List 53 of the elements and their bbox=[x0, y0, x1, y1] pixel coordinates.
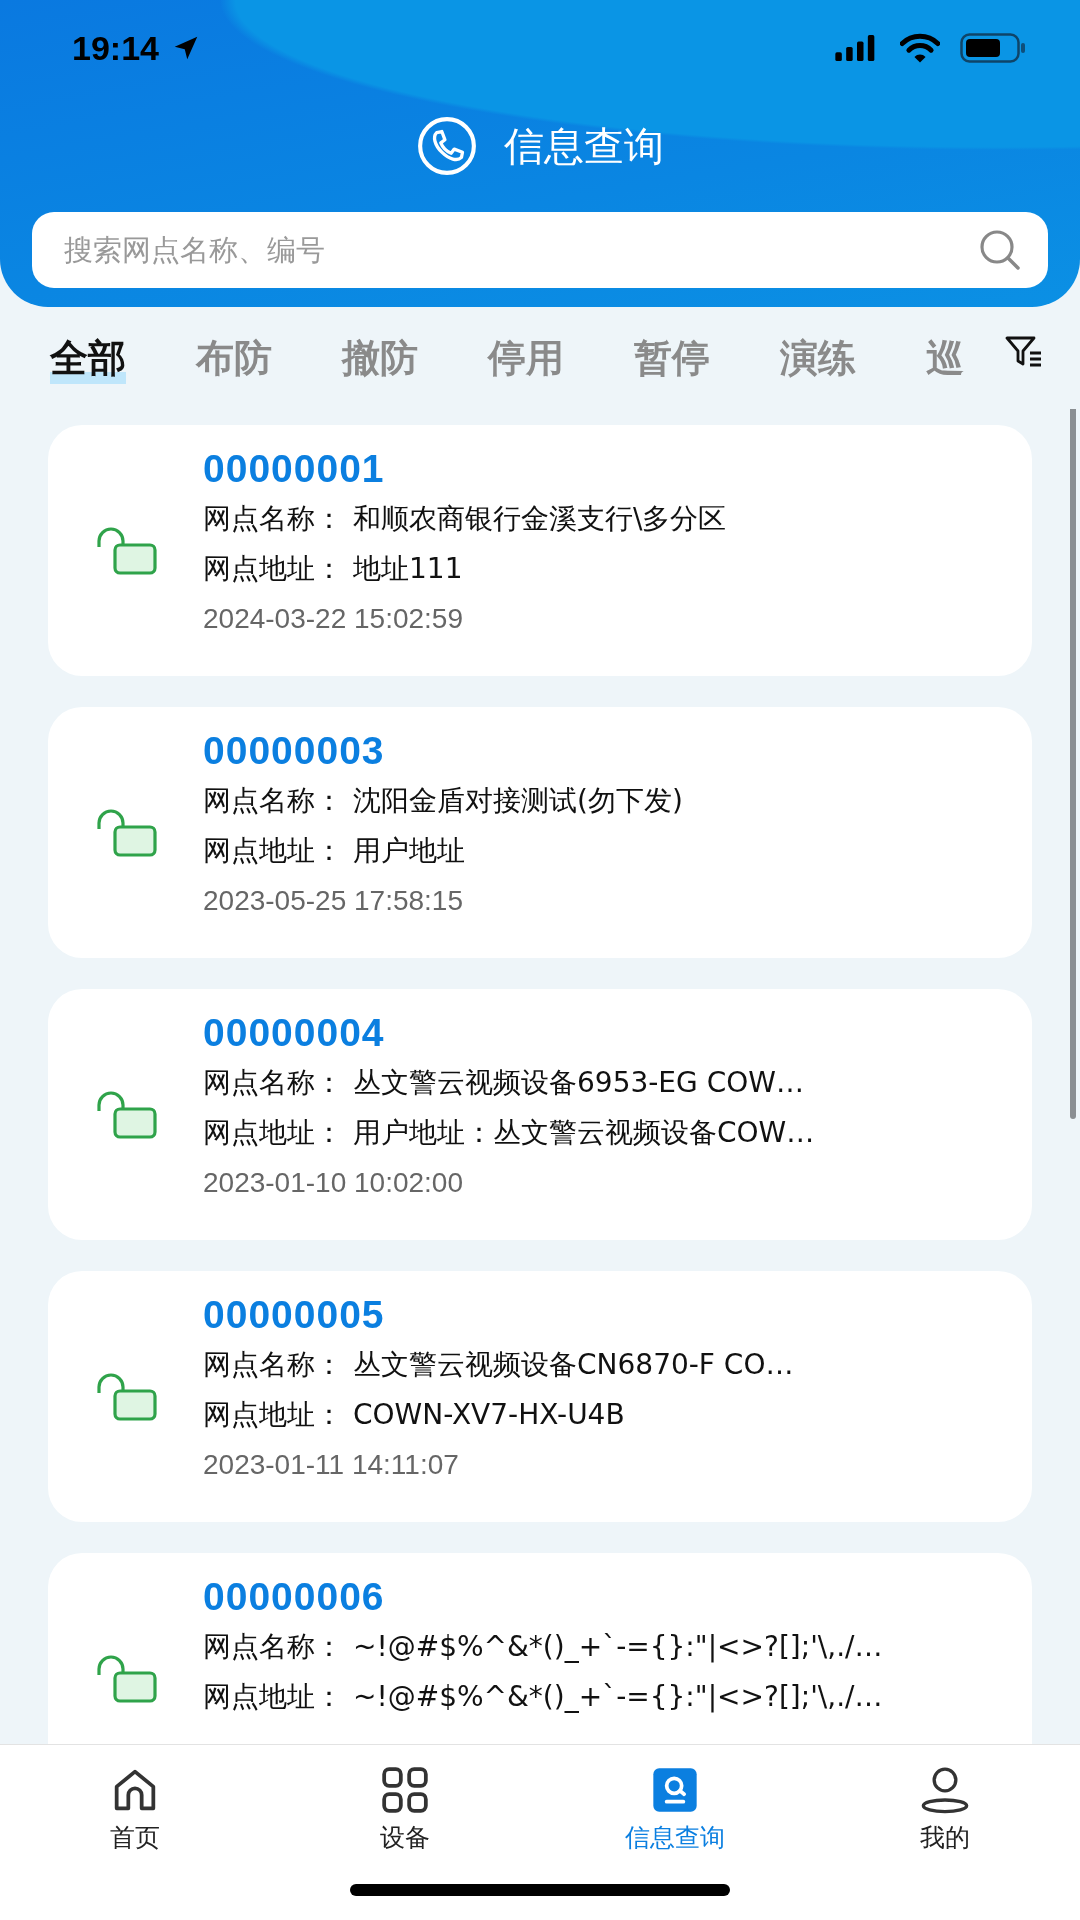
field-label: 网点地址： bbox=[203, 551, 343, 587]
unlocked-padlock-icon bbox=[95, 1654, 157, 1705]
user-icon bbox=[920, 1765, 970, 1815]
field-label: 网点地址： bbox=[203, 833, 343, 869]
timestamp: 2023-01-11 14:11:07 bbox=[203, 1449, 460, 1481]
phone-icon bbox=[416, 115, 478, 177]
field-label: 网点地址： bbox=[203, 1397, 343, 1433]
field-value: 用户地址：丛文警云视频设备COW… bbox=[353, 1115, 815, 1151]
field-label: 网点地址： bbox=[203, 1679, 343, 1715]
grid-icon bbox=[380, 1765, 430, 1815]
field-value: 用户地址 bbox=[353, 833, 465, 869]
nav-tab[interactable]: 信息查询 bbox=[575, 1765, 775, 1854]
status-time: 19:14 bbox=[72, 28, 159, 68]
site-code: 00000005 bbox=[203, 1293, 386, 1337]
site-card[interactable]: 00000004 网点名称： 丛文警云视频设备6953-EG COW… 网点地址： 用户地址：丛文警云视频设备COW… 2023-01-10 10:02:00 bbox=[48, 989, 1032, 1240]
site-code: 00000001 bbox=[203, 447, 386, 491]
page-title: 信息查询 bbox=[504, 121, 664, 171]
search-icon bbox=[650, 1765, 700, 1815]
battery-icon bbox=[960, 33, 1026, 63]
unlocked-padlock-icon bbox=[95, 808, 157, 859]
field-value: 丛文警云视频设备6953-EG COW… bbox=[353, 1065, 804, 1101]
site-card[interactable]: 00000003 网点名称： 沈阳金盾对接测试(勿下发) 网点地址： 用户地址 2023-05-25 17:58:15 bbox=[48, 707, 1032, 958]
field-label: 网点名称： bbox=[203, 1347, 343, 1383]
field-label: 网点地址： bbox=[203, 1115, 343, 1151]
field-value: ~!@#$%^&*()_+`-={}:"|<>?[];'\,./… bbox=[353, 1629, 883, 1665]
field-value: 沈阳金盾对接测试(勿下发) bbox=[353, 783, 683, 819]
nav-tab[interactable]: 首页 bbox=[35, 1765, 235, 1854]
site-code: 00000006 bbox=[203, 1575, 386, 1619]
nav-tab[interactable]: 我的 bbox=[845, 1765, 1045, 1854]
site-code: 00000004 bbox=[203, 1011, 386, 1055]
timestamp: 2023-01-10 10:02:00 bbox=[203, 1167, 464, 1199]
site-card[interactable]: 00000005 网点名称： 丛文警云视频设备CN6870-F CO… 网点地址： COWN-XV7-HX-U4B 2023-01-11 14:11:07 bbox=[48, 1271, 1032, 1522]
site-card[interactable]: 00000001 网点名称： 和顺农商银行金溪支行\多分区 网点地址： 地址111 2024-03-22 15:02:59 bbox=[48, 425, 1032, 676]
field-label: 网点名称： bbox=[203, 783, 343, 819]
field-value: 和顺农商银行金溪支行\多分区 bbox=[353, 501, 727, 537]
unlocked-padlock-icon bbox=[95, 1372, 157, 1423]
site-code: 00000003 bbox=[203, 729, 386, 773]
field-value: 地址111 bbox=[353, 551, 463, 587]
nav-tab[interactable]: 设备 bbox=[305, 1765, 505, 1854]
timestamp: 2024-03-22 15:02:59 bbox=[203, 603, 464, 635]
site-card[interactable]: 00000006 网点名称： ~!@#$%^&*()_+`-={}:"|<>?[];'\,./… 网点地址： ~!@#$%^&*()_+`-={}:"|<>?[];'\,./… bbox=[48, 1553, 1032, 1744]
unlocked-padlock-icon bbox=[95, 526, 157, 577]
unlocked-padlock-icon bbox=[95, 1090, 157, 1141]
field-value: ~!@#$%^&*()_+`-={}:"|<>?[];'\,./… bbox=[353, 1679, 883, 1715]
search-field[interactable]: 搜索网点名称、编号 bbox=[32, 212, 1048, 288]
wifi-icon bbox=[900, 33, 940, 63]
field-label: 网点名称： bbox=[203, 1629, 343, 1665]
field-label: 网点名称： bbox=[203, 1065, 343, 1101]
field-value: COWN-XV7-HX-U4B bbox=[353, 1397, 625, 1433]
field-value: 丛文警云视频设备CN6870-F CO… bbox=[353, 1347, 794, 1383]
field-label: 网点名称： bbox=[203, 501, 343, 537]
search-icon[interactable] bbox=[978, 228, 1022, 272]
timestamp: 2023-05-25 17:58:15 bbox=[203, 885, 464, 917]
